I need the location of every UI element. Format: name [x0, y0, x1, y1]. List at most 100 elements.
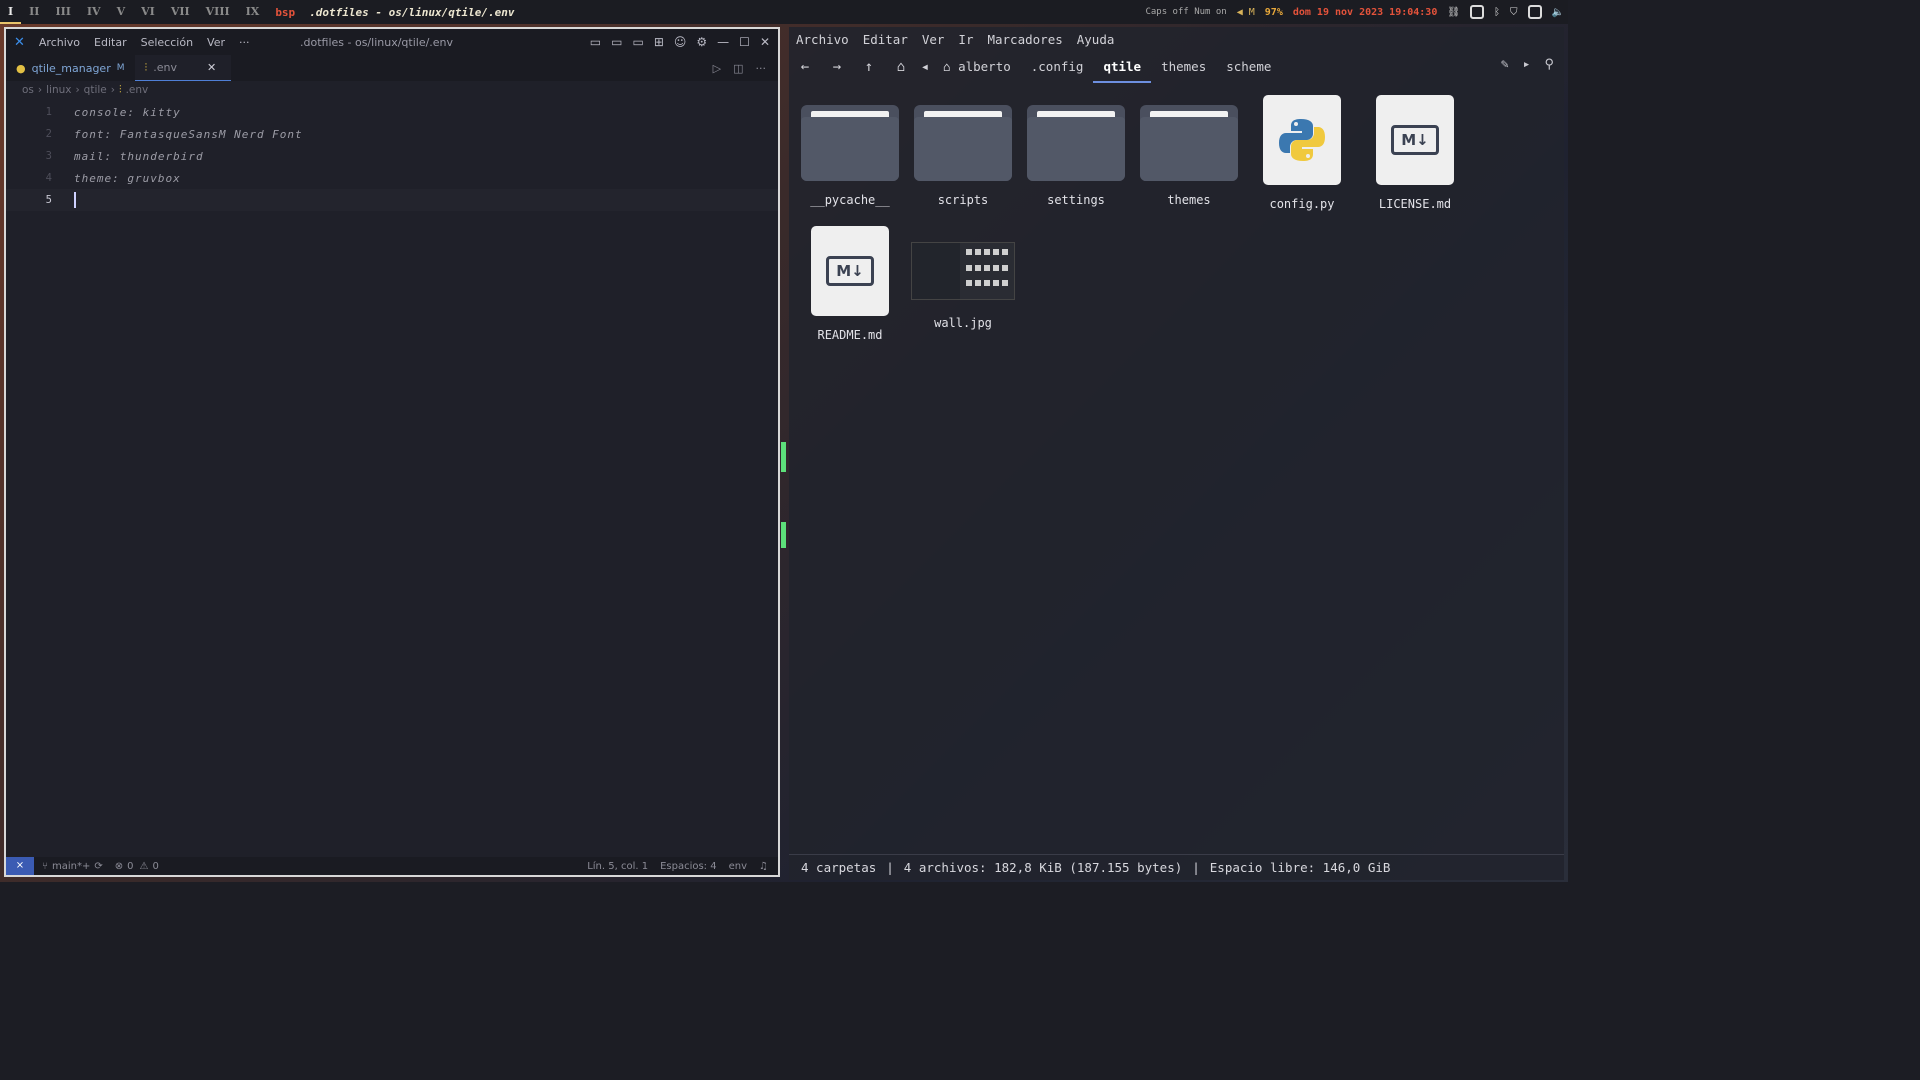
workspace-9[interactable]: IX: [238, 0, 268, 24]
sync-icon[interactable]: ⟳: [94, 861, 102, 872]
menu-archivo[interactable]: Archivo: [796, 32, 849, 47]
menu-seleccion[interactable]: Selección: [141, 36, 193, 49]
home-icon[interactable]: ⌂: [885, 59, 917, 75]
free-space: Espacio libre: 146,0 GiB: [1209, 860, 1391, 875]
file-name: config.py: [1269, 197, 1335, 211]
menu-ir[interactable]: Ir: [958, 32, 973, 47]
path-crumb-active[interactable]: qtile: [1093, 51, 1152, 83]
layout-icon[interactable]: ⊞: [654, 35, 664, 49]
edit-path-icon[interactable]: ✎: [1501, 57, 1509, 72]
line-text: console: kitty: [74, 105, 181, 119]
more-actions-icon[interactable]: ···: [756, 62, 767, 75]
minimize-icon[interactable]: —: [717, 35, 729, 49]
code-line[interactable]: 3 mail: thunderbird: [6, 145, 778, 167]
workspace-1[interactable]: I: [0, 0, 22, 24]
chevron-right-icon[interactable]: ▸: [1523, 57, 1531, 72]
search-icon[interactable]: ⚲: [1544, 57, 1554, 72]
bluetooth-icon[interactable]: ᛒ: [1494, 7, 1500, 18]
split-editor-icon[interactable]: ◫: [733, 62, 743, 75]
close-tab-icon[interactable]: ✕: [207, 61, 216, 74]
file-name: scripts: [937, 193, 989, 207]
menu-marcadores[interactable]: Marcadores: [987, 32, 1062, 47]
crumb-label: alberto: [958, 59, 1011, 74]
warning-count[interactable]: 0: [153, 861, 159, 872]
image-icon[interactable]: [1527, 5, 1542, 19]
git-branch[interactable]: main*+: [52, 861, 90, 872]
volume-indicator[interactable]: ◀ M: [1237, 7, 1255, 18]
file-item-folder[interactable]: settings: [1023, 95, 1129, 207]
menu-editar[interactable]: Editar: [863, 32, 908, 47]
file-item-folder[interactable]: scripts: [910, 95, 1016, 207]
breadcrumb-item[interactable]: os: [22, 84, 34, 96]
bell-icon[interactable]: ♫: [759, 861, 768, 872]
toggle-sidebar-icon[interactable]: ▭: [590, 35, 601, 49]
indentation[interactable]: Espacios: 4: [660, 861, 717, 872]
language-mode[interactable]: env: [729, 861, 747, 872]
split-handle-mark[interactable]: [781, 442, 786, 472]
remote-indicator-icon[interactable]: ⨯: [6, 857, 34, 875]
menu-ayuda[interactable]: Ayuda: [1077, 32, 1115, 47]
workspace-5[interactable]: V: [109, 0, 134, 24]
tab-qtile-manager[interactable]: ● qtile_manager M: [6, 55, 135, 81]
workspace-2[interactable]: II: [21, 0, 47, 24]
path-crumb[interactable]: scheme: [1216, 51, 1281, 83]
shield-icon[interactable]: ⛉: [1510, 7, 1518, 18]
breadcrumb-item[interactable]: qtile: [84, 84, 107, 96]
forward-arrow-icon[interactable]: →: [821, 59, 853, 75]
file-item-python[interactable]: config.py: [1249, 95, 1355, 211]
code-line-current[interactable]: 5: [6, 189, 778, 211]
path-crumb[interactable]: .config: [1021, 51, 1094, 83]
window-icon[interactable]: [1470, 5, 1485, 19]
file-item-image[interactable]: wall.jpg: [910, 226, 1016, 330]
menu-editar[interactable]: Editar: [94, 36, 127, 49]
file-item-markdown[interactable]: M↓ LICENSE.md: [1362, 95, 1468, 211]
split-handle-mark[interactable]: [781, 522, 786, 548]
tab-label: qtile_manager: [31, 61, 111, 75]
layout-indicator[interactable]: bsp: [267, 6, 303, 19]
code-area[interactable]: 1 console: kitty 2 font: FantasqueSansM Ne…: [6, 99, 778, 211]
fm-menubar: Archivo Editar Ver Ir Marcadores Ayuda: [789, 27, 1564, 51]
toggle-secondary-sidebar-icon[interactable]: ▭: [632, 35, 643, 49]
menu-ver[interactable]: Ver: [922, 32, 945, 47]
path-crumb-home[interactable]: ⌂ alberto: [933, 51, 1021, 83]
clock: dom 19 nov 2023 19:04:30: [1292, 6, 1438, 18]
folder-icon: [1140, 105, 1238, 181]
maximize-icon[interactable]: ☐: [739, 35, 750, 49]
code-line[interactable]: 4 theme: gruvbox: [6, 167, 778, 189]
up-arrow-icon[interactable]: ↑: [853, 59, 885, 75]
workspace-8[interactable]: VIII: [198, 0, 238, 24]
file-item-markdown[interactable]: M↓ README.md: [797, 226, 903, 342]
code-line[interactable]: 1 console: kitty: [6, 101, 778, 123]
close-icon[interactable]: ✕: [760, 35, 770, 49]
breadcrumb-item[interactable]: linux: [46, 84, 71, 96]
link-icon[interactable]: ⛓: [1447, 7, 1460, 18]
cursor-position[interactable]: Lín. 5, col. 1: [587, 861, 648, 872]
menu-archivo[interactable]: Archivo: [39, 36, 80, 49]
vscode-logo-icon: ✕: [14, 34, 25, 50]
file-item-folder[interactable]: __pycache__: [797, 95, 903, 207]
speaker-icon[interactable]: 🔈: [1552, 7, 1564, 18]
menu-more[interactable]: ···: [239, 36, 250, 49]
back-arrow-icon[interactable]: ←: [789, 59, 821, 75]
settings-gear-icon[interactable]: ⚙: [696, 35, 707, 49]
error-count[interactable]: 0: [127, 861, 133, 872]
folder-icon: [801, 105, 899, 181]
workspace-3[interactable]: III: [47, 0, 78, 24]
account-icon[interactable]: ☺: [674, 35, 687, 49]
chevron-left-icon[interactable]: ◂: [917, 59, 933, 75]
menu-ver[interactable]: Ver: [207, 36, 225, 49]
toggle-panel-icon[interactable]: ▭: [611, 35, 622, 49]
path-crumb[interactable]: themes: [1151, 51, 1216, 83]
python-file-icon: [1263, 95, 1341, 185]
run-icon[interactable]: ▷: [713, 62, 721, 75]
battery-indicator: 97%: [1264, 6, 1283, 18]
breadcrumb: os › linux › qtile › ⫶ .env: [22, 83, 149, 97]
workspace-7[interactable]: VII: [163, 0, 198, 24]
workspace-4[interactable]: IV: [79, 0, 109, 24]
workspace-6[interactable]: VI: [133, 0, 163, 24]
breadcrumb-item[interactable]: .env: [126, 84, 149, 96]
code-line[interactable]: 2 font: FantasqueSansM Nerd Font: [6, 123, 778, 145]
file-item-folder[interactable]: themes: [1136, 95, 1242, 207]
tab-env[interactable]: ⫶ .env ✕: [134, 55, 231, 81]
line-number: 5: [45, 194, 52, 206]
